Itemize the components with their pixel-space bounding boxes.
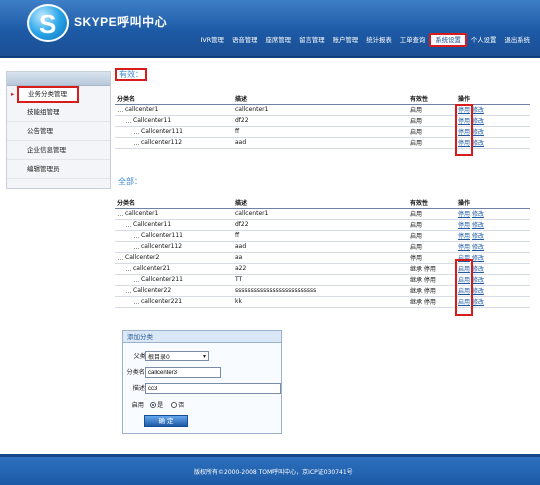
valid-col-name: 分类名	[115, 94, 233, 105]
desc-row: 描述	[123, 383, 283, 397]
disable-link[interactable]: 停用	[458, 222, 470, 229]
edit-link[interactable]: 修改	[472, 140, 484, 147]
chevron-down-icon: ▾	[202, 353, 206, 360]
parent-label: 父类	[133, 353, 146, 360]
nav-messages[interactable]: 留言管理	[295, 33, 329, 47]
enable-no-radio[interactable]: 否	[171, 400, 184, 409]
table-row: Callcenter11 df22 启用 停用 修改	[115, 219, 530, 231]
description-input[interactable]	[145, 383, 281, 394]
enable-yes-radio[interactable]: 是	[150, 400, 163, 409]
add-category-form: 添加分类 父类 根目录0▾ 分类名 描述 启用 是 否 确 定	[122, 330, 282, 434]
nav-reports[interactable]: 统计报表	[362, 33, 396, 47]
nav-tickets[interactable]: 工单查询	[396, 33, 430, 47]
name-label: 分类名	[126, 369, 145, 376]
sidebar: 业务分类管理 技能组管理 公告管理 企业信息管理 编辑管理员	[6, 71, 111, 189]
nav-accounts[interactable]: 账户管理	[329, 33, 363, 47]
nav-voice[interactable]: 语音管理	[228, 33, 262, 47]
nav-system-settings[interactable]: 系统设置	[429, 33, 467, 47]
name-input[interactable]	[145, 367, 221, 378]
enable-radio-group: 是 否	[150, 400, 184, 409]
all-col-desc: 描述	[233, 198, 408, 209]
sidebar-item-company-info[interactable]: 企业信息管理	[7, 141, 110, 160]
valid-actions-highlight	[455, 104, 473, 156]
parent-row: 父类 根目录0 ▾	[123, 351, 283, 365]
page: S SKYPE呼叫中心 IVR管理 语音管理 座席管理 留言管理 账户管理 统计…	[0, 0, 540, 485]
top-nav: IVR管理 语音管理 座席管理 留言管理 账户管理 统计报表 工单查询 系统设置…	[196, 33, 534, 47]
nav-personal-settings[interactable]: 个人设置	[467, 33, 501, 47]
footer: 版权所有©2000-2008 TOM呼叫中心，京ICP证030741号	[0, 454, 540, 485]
table-row: callcenter1 callcenter1 启用 停用 修改	[115, 208, 530, 220]
parent-select[interactable]: 根目录0 ▾	[145, 351, 209, 361]
edit-link[interactable]: 修改	[472, 129, 484, 136]
desc-label: 描述	[132, 385, 145, 392]
brand-title: SKYPE呼叫中心	[74, 15, 168, 29]
disable-link[interactable]: 停用	[458, 233, 470, 240]
edit-link[interactable]: 修改	[472, 244, 484, 251]
sidebar-item-announcements[interactable]: 公告管理	[7, 122, 110, 141]
sidebar-item-category-management[interactable]: 业务分类管理	[11, 86, 79, 103]
edit-link[interactable]: 修改	[472, 277, 484, 284]
edit-link[interactable]: 修改	[472, 266, 484, 273]
table-row: Callcenter111 ff 启用 停用 修改	[115, 230, 530, 242]
enable-row: 启用 是 否	[123, 400, 283, 414]
sidebar-item-admin-edit[interactable]: 编辑管理员	[7, 160, 110, 179]
nav-logout[interactable]: 退出系统	[500, 33, 534, 47]
sidebar-item-skill-groups[interactable]: 技能组管理	[7, 103, 110, 122]
disable-link[interactable]: 停用	[458, 244, 470, 251]
enable-label: 启用	[131, 402, 144, 409]
all-actions-highlight	[455, 259, 473, 316]
add-category-title: 添加分类	[123, 331, 281, 343]
all-section-title: 全部：	[118, 177, 142, 186]
edit-link[interactable]: 修改	[472, 233, 484, 240]
table-row: callcenter112 aad 启用 停用 修改	[115, 241, 530, 253]
edit-link[interactable]: 修改	[472, 211, 484, 218]
header: S SKYPE呼叫中心 IVR管理 语音管理 座席管理 留言管理 账户管理 统计…	[0, 0, 540, 58]
edit-link[interactable]: 修改	[472, 222, 484, 229]
skype-logo: S	[27, 4, 69, 42]
edit-link[interactable]: 修改	[472, 107, 484, 114]
submit-button[interactable]: 确 定	[144, 415, 188, 427]
radio-selected-icon	[150, 402, 156, 408]
edit-link[interactable]: 修改	[472, 299, 484, 306]
edit-link[interactable]: 修改	[472, 288, 484, 295]
name-row: 分类名	[123, 367, 283, 381]
nav-agents[interactable]: 座席管理	[262, 33, 296, 47]
edit-link[interactable]: 修改	[472, 118, 484, 125]
all-col-status: 有效性	[408, 198, 456, 209]
valid-section-title: 有效：	[115, 68, 147, 81]
all-col-name: 分类名	[115, 198, 233, 209]
sidebar-header	[7, 72, 110, 86]
nav-ivr[interactable]: IVR管理	[196, 33, 227, 47]
disable-link[interactable]: 停用	[458, 211, 470, 218]
copyright-text: 版权所有©2000-2008 TOM呼叫中心，京ICP证030741号	[194, 469, 353, 476]
edit-link[interactable]: 修改	[472, 255, 484, 262]
valid-col-actions: 操作	[456, 94, 530, 105]
valid-col-status: 有效性	[408, 94, 456, 105]
radio-unselected-icon	[171, 402, 178, 408]
all-col-actions: 操作	[456, 198, 530, 209]
valid-col-desc: 描述	[233, 94, 408, 105]
